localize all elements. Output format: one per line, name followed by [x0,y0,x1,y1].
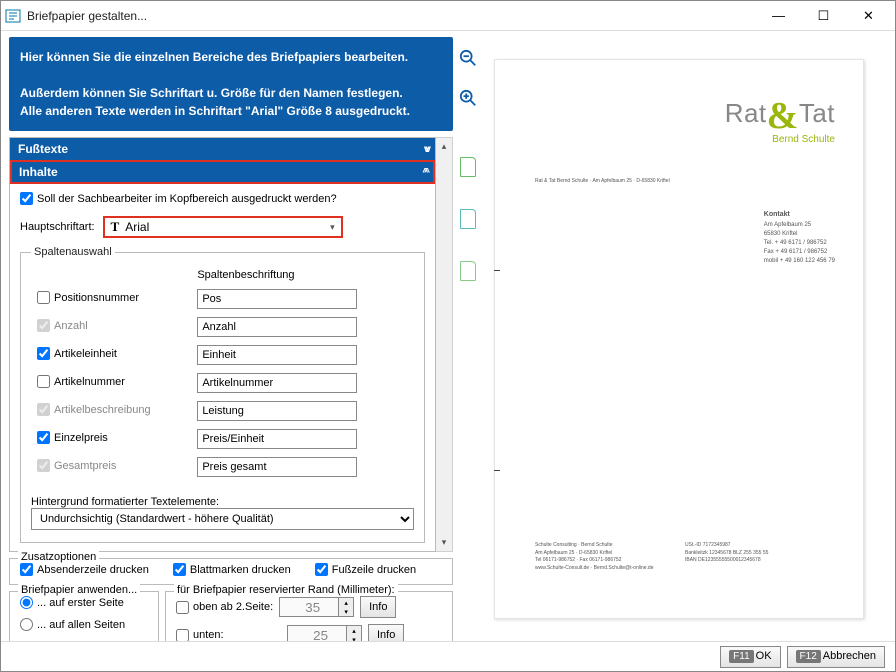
sender-line: Rat & Tat Bernd Schulte · Am Apfelbaum 2… [535,178,670,184]
page-icon-2[interactable] [460,209,476,229]
scroll-up-icon[interactable]: ▴ [436,138,452,155]
chevron-down-icon: vv [424,144,427,155]
scrollbar[interactable]: ▴ ▾ [436,137,453,552]
col-input[interactable] [197,457,357,477]
column-heading: Spaltenbeschriftung [193,266,412,284]
col-row: Artikelnummer [33,370,412,396]
titlebar: Briefpapier gestalten... — ☐ ✕ [1,1,895,31]
bg-label: Hintergrund formatierter Textelemente: [31,496,414,508]
zoom-in-icon[interactable] [459,89,477,107]
close-button[interactable]: ✕ [846,1,891,30]
col-input[interactable] [197,317,357,337]
col-row: Einzelpreis [33,426,412,452]
ok-button[interactable]: F11OK [720,646,780,668]
chevron-up-icon: ^^ [422,167,426,178]
col-input[interactable] [197,345,357,365]
info-button-unten[interactable]: Info [368,624,404,641]
anwenden-group: Briefpapier anwenden... ... auf erster S… [9,591,159,641]
col-row: Positionsnummer [33,286,412,312]
col-input[interactable] [197,401,357,421]
logo: Rat&Tat Bernd Schulte [725,94,835,145]
col-row: Artikelbeschreibung [33,398,412,424]
absender-checkbox[interactable]: Absenderzeile drucken [20,563,149,576]
unten-checkbox[interactable]: unten: [176,629,281,642]
fold-mark [494,470,500,471]
maximize-button[interactable]: ☐ [801,1,846,30]
font-select[interactable]: Ƭ Arial ▾ [103,216,343,238]
spaltenauswahl-group: Spaltenauswahl Spaltenbeschriftung Posit… [20,246,425,543]
info-panel: Hier können Sie die einzelnen Bereiche d… [9,37,453,131]
font-icon: Ƭ [111,219,120,235]
oben-checkbox[interactable]: oben ab 2.Seite: [176,601,273,614]
section-inhalte[interactable]: Inhalte^^ [10,160,435,184]
zusatz-group: Zusatzoptionen Absenderzeile drucken Bla… [9,558,453,585]
alle-radio[interactable]: ... auf allen Seiten [20,618,125,631]
zoom-out-icon[interactable] [459,49,477,67]
col-row: Anzahl [33,314,412,340]
oben-spin[interactable]: ▴▾ [279,597,354,617]
col-input[interactable] [197,429,357,449]
tool-strip [455,31,481,641]
window-title: Briefpapier gestalten... [27,9,147,23]
section-fusstexte[interactable]: Fußtextevv [10,138,435,160]
fuss-checkbox[interactable]: Fußzeile drucken [315,563,416,576]
erste-radio[interactable]: ... auf erster Seite [20,596,124,609]
minimize-button[interactable]: — [756,1,801,30]
preview-area: Rat&Tat Bernd Schulte Rat & Tat Bernd Sc… [481,31,895,641]
footer-block: Schulte Consulting · Bernd SchulteAm Apf… [535,542,835,572]
col-input[interactable] [197,289,357,309]
rand-group: für Briefpapier reservierter Rand (Milli… [165,591,453,641]
button-bar: F11OK F12Abbrechen [1,641,895,671]
kontakt-block: Kontakt Am Apfelbaum 2565830 Kriftel Tel… [764,210,835,266]
bg-select[interactable]: Undurchsichtig (Standardwert - höhere Qu… [31,508,414,530]
scroll-down-icon[interactable]: ▾ [436,534,452,551]
app-icon [5,8,21,24]
page-icon-1[interactable] [460,157,476,177]
cancel-button[interactable]: F12Abbrechen [787,646,885,668]
col-input[interactable] [197,373,357,393]
info-button-oben[interactable]: Info [360,596,396,618]
chevron-down-icon: ▾ [330,222,335,233]
fold-mark [494,270,500,271]
blatt-checkbox[interactable]: Blattmarken drucken [173,563,291,576]
unten-spin[interactable]: ▴▾ [287,625,362,641]
preview-page: Rat&Tat Bernd Schulte Rat & Tat Bernd Sc… [494,59,864,619]
inhalte-panel: Soll der Sachbearbeiter im Kopfbereich a… [10,184,435,551]
hauptschrift-label: Hauptschriftart: [20,221,95,233]
sachbearbeiter-checkbox[interactable]: Soll der Sachbearbeiter im Kopfbereich a… [20,192,337,205]
col-row: Artikeleinheit [33,342,412,368]
page-icon-3[interactable] [460,261,476,281]
col-row: Gesamtpreis [33,454,412,480]
